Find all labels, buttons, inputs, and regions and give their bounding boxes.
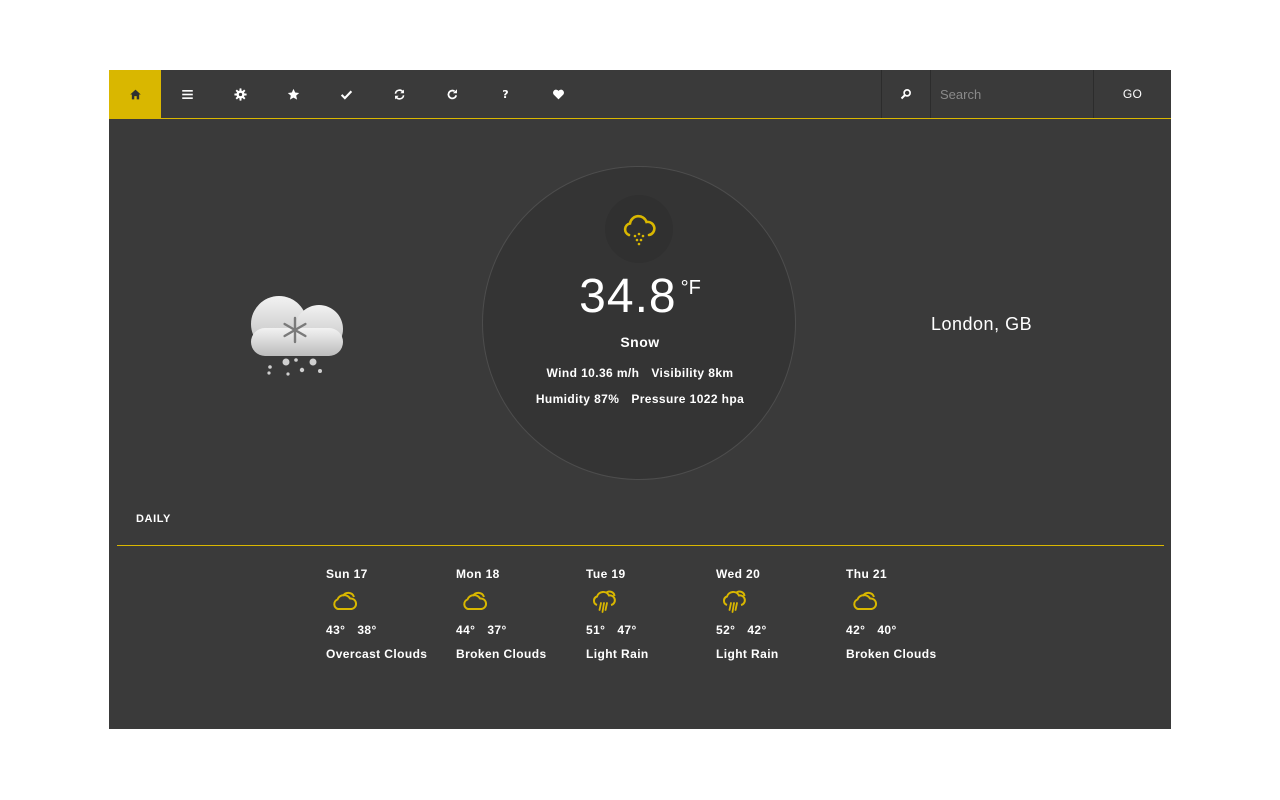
daily-divider — [117, 545, 1164, 546]
nav-refresh-button[interactable] — [426, 70, 479, 118]
day-temps: 51° 47° — [586, 623, 637, 637]
day-name: Wed 20 — [716, 567, 761, 581]
search-button[interactable] — [881, 70, 931, 118]
question-icon: ? — [502, 87, 509, 101]
humidity-text: Humidity 87% — [535, 392, 620, 406]
search-icon — [900, 89, 911, 100]
menu-icon — [182, 89, 193, 99]
snow-night-icon — [251, 272, 343, 376]
top-nav: ? GO — [109, 70, 1171, 119]
star-icon — [287, 88, 300, 100]
nav-help-button[interactable]: ? — [479, 70, 532, 118]
visibility-text: Visibility 8km — [651, 366, 734, 380]
rain-icon — [593, 590, 616, 613]
nav-menu-button[interactable] — [161, 70, 214, 118]
nav-sync-button[interactable] — [373, 70, 426, 118]
nav-home-button[interactable] — [109, 70, 161, 118]
temperature-unit: °F — [680, 277, 701, 299]
day-description: Light Rain — [586, 647, 649, 661]
day-low: 38° — [357, 623, 377, 637]
wind-visibility-row: Wind 10.36 m/h Visibility 8km — [483, 366, 797, 380]
day-temps: 52° 42° — [716, 623, 767, 637]
refresh-icon — [447, 88, 458, 99]
check-icon — [340, 90, 353, 100]
weather-app: ? GO — [109, 70, 1171, 729]
temperature-readout: 34.8 °F — [483, 269, 797, 324]
day-description: Broken Clouds — [456, 647, 547, 661]
go-button[interactable]: GO — [1093, 70, 1171, 118]
day-low: 47° — [617, 623, 637, 637]
day-high: 51° — [586, 623, 606, 637]
cloud-icon — [333, 591, 358, 610]
gear-icon — [234, 87, 247, 101]
day-high: 42° — [846, 623, 866, 637]
day-low: 37° — [487, 623, 507, 637]
snow-icon — [623, 214, 656, 246]
nav-favorites-button[interactable] — [267, 70, 320, 118]
nav-love-button[interactable] — [532, 70, 585, 118]
day-description: Broken Clouds — [846, 647, 937, 661]
day-temps: 44° 37° — [456, 623, 507, 637]
day-name: Thu 21 — [846, 567, 888, 581]
day-high: 52° — [716, 623, 736, 637]
day-high: 43° — [326, 623, 346, 637]
day-low: 40° — [877, 623, 897, 637]
rain-icon — [723, 590, 746, 613]
wind-text: Wind 10.36 m/h — [546, 366, 640, 380]
day-name: Tue 19 — [586, 567, 626, 581]
cloud-icon — [853, 591, 878, 610]
day-name: Mon 18 — [456, 567, 500, 581]
day-high: 44° — [456, 623, 476, 637]
day-temps: 42° 40° — [846, 623, 897, 637]
pressure-text: Pressure 1022 hpa — [631, 392, 745, 406]
home-icon — [129, 89, 141, 99]
heart-icon — [553, 89, 564, 99]
daily-section-title: DAILY — [136, 513, 171, 525]
location-label: London, GB — [931, 314, 1033, 334]
cloud-icon — [463, 591, 488, 610]
humidity-pressure-row: Humidity 87% Pressure 1022 hpa — [483, 392, 797, 406]
day-temps: 43° 38° — [326, 623, 377, 637]
day-name: Sun 17 — [326, 567, 368, 581]
current-weather-panel: 34.8 °F Snow Wind 10.36 m/h Visibility 8km… — [482, 166, 796, 480]
search-input[interactable] — [931, 70, 1093, 118]
day-description: Overcast Clouds — [326, 647, 428, 661]
day-low: 42° — [747, 623, 767, 637]
nav-check-button[interactable] — [320, 70, 373, 118]
nav-settings-button[interactable] — [214, 70, 267, 118]
sync-icon — [394, 88, 405, 100]
condition-label: Snow — [620, 334, 660, 350]
condition-icon-badge — [605, 195, 673, 263]
temperature-value: 34.8 — [579, 270, 677, 323]
day-description: Light Rain — [716, 647, 779, 661]
